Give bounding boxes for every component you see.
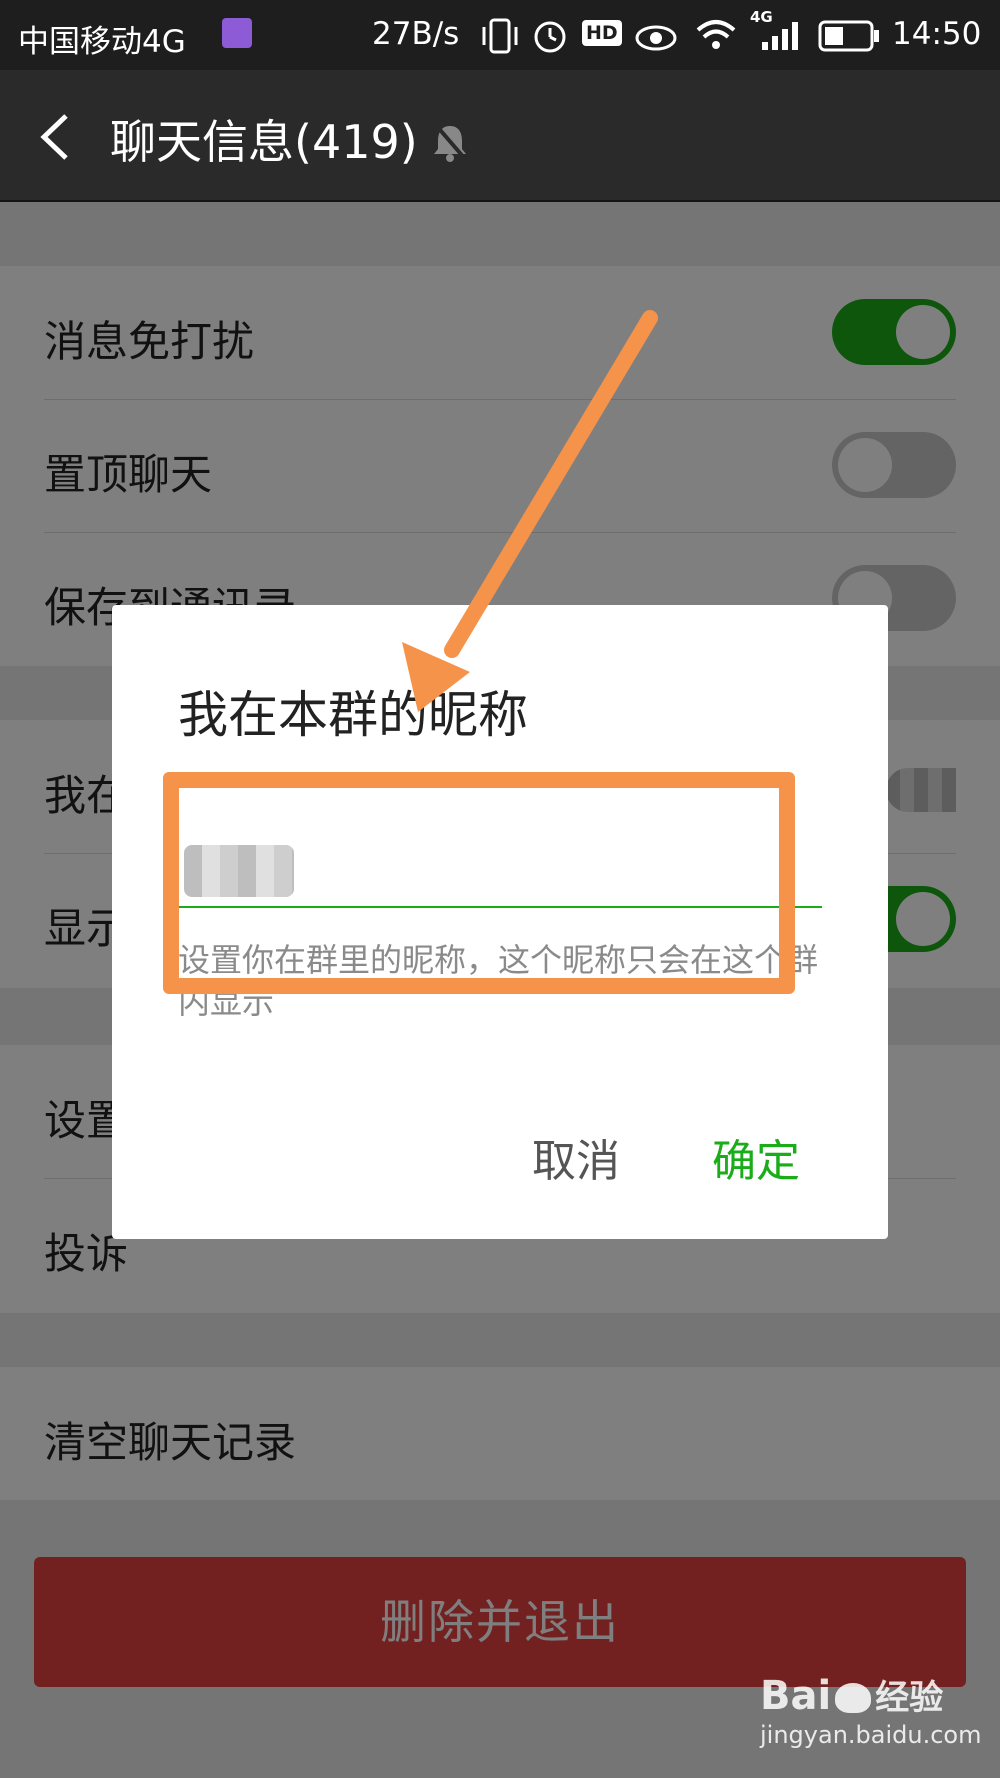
- annotation-highlight-box: [163, 772, 795, 994]
- watermark-brand: Bai: [760, 1673, 832, 1719]
- baidu-jingyan-watermark: Bai 经验 jingyan.baidu.com: [760, 1670, 981, 1749]
- watermark-suffix: 经验: [875, 1678, 944, 1718]
- paw-icon: [835, 1683, 872, 1713]
- watermark-url: jingyan.baidu.com: [760, 1721, 982, 1749]
